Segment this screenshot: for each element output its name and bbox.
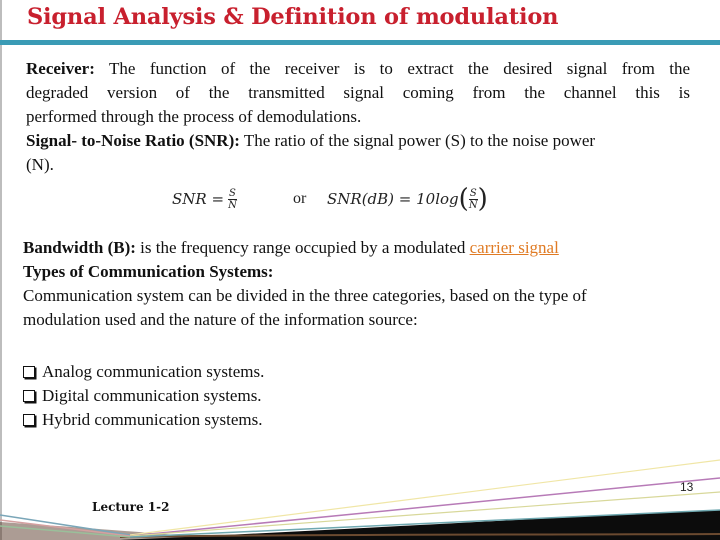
page-number: 13 [680,480,694,494]
carrier-signal-link[interactable]: carrier signal [470,238,559,257]
receiver-line-2: degraded version of the transmitted sign… [26,83,690,102]
types-line-2: modulation used and the nature of the in… [23,310,418,329]
receiver-line-1: Receiver: The function of the receiver i… [26,57,690,81]
snr-db-formula: SNR(dB) = 10log ( S N ) [327,182,488,216]
list-item-label: Hybrid communication systems. [42,410,263,429]
formula-or: or [293,190,307,207]
fraction-denominator: N [468,199,478,211]
list-item-label: Digital communication systems. [42,386,262,405]
types-line-1: Communication system can be divided in t… [23,286,587,305]
bandwidth-term: Bandwidth (B): [23,238,136,257]
list-item: Hybrid communication systems. [23,408,264,432]
snr-formula: SNR = S N [172,182,237,216]
bandwidth-types-paragraph: Bandwidth (B): is the frequency range oc… [23,236,693,332]
decorative-swoosh [0,459,720,540]
fraction-denominator: N [228,199,237,211]
checkbox-bullet-icon [23,366,35,378]
slide: Signal Analysis & Definition of modulati… [0,0,720,540]
snr-fraction: S N [228,188,237,211]
list-item-label: Analog communication systems. [42,362,265,381]
communication-types-list: Analog communication systems. Digital co… [23,360,264,432]
checkbox-bullet-icon [23,414,35,426]
list-item: Digital communication systems. [23,384,264,408]
checkbox-bullet-icon [23,390,35,402]
bandwidth-line: Bandwidth (B): is the frequency range oc… [23,236,693,260]
snr-db-lhs: SNR(dB) = 10log [327,190,459,208]
snr-text-1: The ratio of the signal power (S) to the… [239,131,596,150]
close-paren: ) [477,184,488,214]
open-paren: ( [458,184,469,214]
receiver-snr-paragraph: Receiver: The function of the receiver i… [26,57,690,177]
snr-lhs: SNR = [172,190,225,208]
fraction-numerator: S [228,187,237,200]
list-item: Analog communication systems. [23,360,264,384]
types-heading: Types of Communication Systems: [23,260,693,284]
footer-lecture: Lecture 1-2 [92,500,170,514]
fraction-numerator: S [468,187,478,200]
receiver-term: Receiver: [26,59,95,78]
snr-line-2: (N). [26,155,54,174]
slide-title: Signal Analysis & Definition of modulati… [27,4,559,30]
snr-line-1: Signal- to-Noise Ratio (SNR): The ratio … [26,129,690,153]
snr-db-fraction: S N [468,187,478,211]
receiver-line-3: performed through the process of demodul… [26,107,362,126]
title-divider [0,40,720,45]
snr-term: Signal- to-Noise Ratio (SNR): [26,131,240,150]
receiver-text-1: The function of the receiver is to extra… [94,59,690,78]
bandwidth-text: is the frequency range occupied by a mod… [135,238,470,257]
types-heading-text: Types of Communication Systems: [23,262,274,281]
